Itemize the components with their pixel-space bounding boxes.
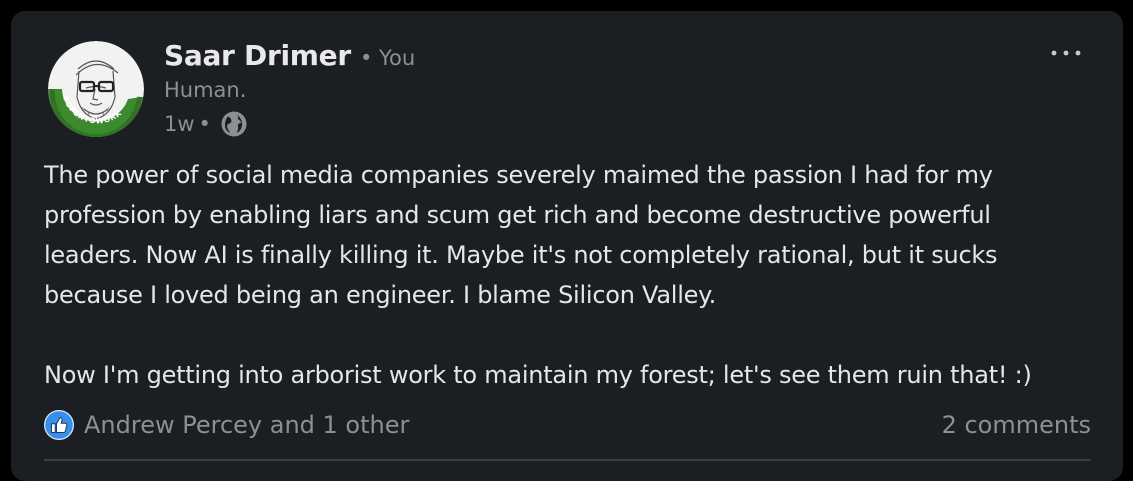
globe-icon — [219, 109, 249, 139]
post-age[interactable]: 1w — [164, 112, 195, 136]
post-body: The power of social media companies seve… — [44, 155, 1114, 395]
post-body-line: profession by enabling liars and scum ge… — [44, 201, 991, 229]
more-options-button[interactable] — [1039, 33, 1093, 73]
post-card: #OPENTOWORK Saar Drimer • You Human. 1w … — [11, 11, 1123, 481]
author-avatar[interactable]: #OPENTOWORK — [48, 41, 144, 137]
social-counts-row: Andrew Percey and 1 other 2 comments — [44, 405, 1091, 445]
author-name[interactable]: Saar Drimer — [164, 39, 351, 72]
comments-count-link[interactable]: 2 comments — [942, 411, 1091, 439]
reactions-summary[interactable]: Andrew Percey and 1 other — [44, 410, 409, 440]
divider — [44, 459, 1091, 461]
author-name-row: Saar Drimer • You — [164, 39, 415, 72]
post-meta: 1w • — [164, 109, 249, 139]
more-horizontal-icon — [1051, 50, 1081, 56]
author-relation: • You — [359, 46, 416, 70]
meta-separator: • — [198, 112, 211, 136]
avatar-image: #OPENTOWORK — [48, 41, 144, 137]
post-body-line: The power of social media companies seve… — [44, 161, 993, 189]
post-body-line: because I loved being an engineer. I bla… — [44, 281, 717, 309]
post-body-line: Now I'm getting into arborist work to ma… — [44, 361, 1032, 389]
reactions-text: Andrew Percey and 1 other — [84, 411, 410, 439]
author-headline: Human. — [164, 78, 247, 102]
like-icon — [44, 410, 74, 440]
post-body-line: leaders. Now AI is finally killing it. M… — [44, 241, 998, 269]
